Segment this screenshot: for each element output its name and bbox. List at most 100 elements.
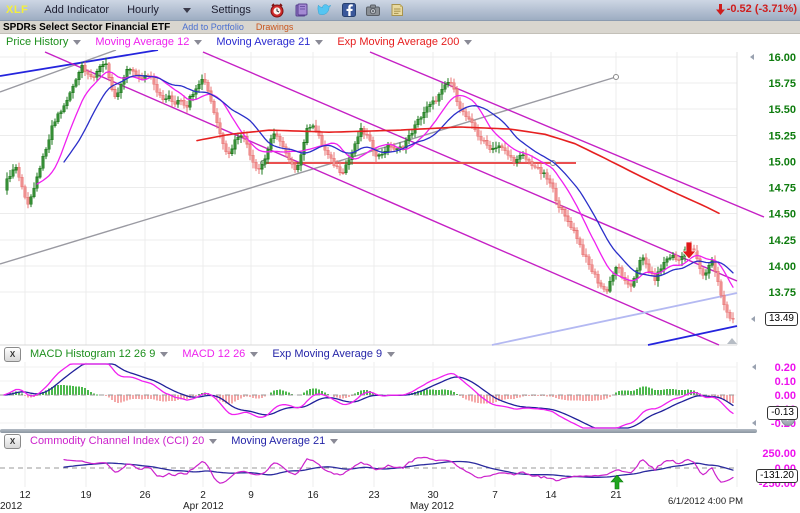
x-axis-label: 23 bbox=[368, 490, 380, 501]
macd-axis-label: 0.10 bbox=[775, 376, 796, 388]
x-axis-month-label: 2012 bbox=[0, 501, 23, 512]
x-axis-label: 26 bbox=[139, 490, 151, 501]
cci-close-button[interactable]: X bbox=[4, 433, 21, 449]
macd-value-box: -0.13 bbox=[767, 406, 798, 421]
axis-marker-icon bbox=[752, 364, 756, 370]
arrow-up-green-icon[interactable] bbox=[610, 475, 624, 490]
last-price-box: 13.49 bbox=[764, 312, 798, 327]
price-axis-label: 14.50 bbox=[768, 209, 796, 221]
price-axis-label: 16.00 bbox=[768, 52, 796, 64]
chevron-down-icon[interactable] bbox=[194, 40, 203, 45]
trendline-gray-long[interactable] bbox=[0, 76, 617, 265]
x-axis-label: 12 bbox=[19, 490, 31, 501]
x-axis-label: 21 bbox=[610, 490, 622, 501]
price-axis-label: 14.25 bbox=[768, 235, 796, 247]
price-change-text: -0.52 (-3.71%) bbox=[726, 3, 797, 15]
chevron-down-icon[interactable] bbox=[73, 40, 82, 45]
price-axis: 16.00 15.75 15.50 15.25 15.00 14.75 14.50 14.25… bbox=[768, 52, 796, 299]
ema200-line bbox=[196, 126, 720, 215]
chevron-down-icon[interactable] bbox=[160, 352, 169, 357]
x-axis: 6/1/2012 4:00 PM 12 19 26 2 9 16 23 30 7 14 21 2012… bbox=[0, 487, 800, 513]
ma12-line bbox=[36, 71, 734, 288]
facebook-icon[interactable] bbox=[341, 2, 358, 18]
x-axis-month-label: May 2012 bbox=[410, 501, 454, 512]
timeframe-value: Hourly bbox=[127, 4, 159, 16]
macd-axis-label: 0.20 bbox=[775, 362, 796, 374]
price-axis-label: 15.75 bbox=[768, 78, 796, 90]
price-legend: Price History Moving Average 12 Moving A… bbox=[0, 34, 800, 50]
macd-close-button[interactable]: X bbox=[4, 346, 21, 362]
chevron-down-icon[interactable] bbox=[330, 439, 339, 444]
add-indicator-button[interactable]: Add Indicator bbox=[44, 4, 109, 16]
chevron-down-icon[interactable] bbox=[315, 40, 324, 45]
add-to-portfolio-link[interactable]: Add to Portfolio bbox=[182, 22, 244, 32]
subheader: SPDRs Select Sector Financial ETF Add to… bbox=[0, 21, 800, 34]
chevron-down-icon[interactable] bbox=[250, 352, 259, 357]
axis-marker-icon bbox=[752, 420, 756, 426]
x-axis-label: 30 bbox=[427, 490, 439, 501]
book-icon[interactable] bbox=[293, 2, 310, 18]
horizontal-scrollbar[interactable] bbox=[0, 429, 757, 433]
price-axis-label: 15.50 bbox=[768, 104, 796, 116]
cci-chart[interactable]: 250.000.00-250.00 bbox=[0, 449, 800, 487]
macd-histogram-label[interactable]: MACD Histogram 12 26 9 bbox=[30, 348, 155, 360]
chevron-down-icon[interactable] bbox=[387, 352, 396, 357]
toolbar: XLF Add Indicator Hourly Settings -0.52 … bbox=[0, 0, 800, 21]
macd-label[interactable]: MACD 12 26 bbox=[182, 348, 245, 360]
symbol-label: XLF bbox=[6, 4, 29, 16]
charting-app: XLF Add Indicator Hourly Settings -0.52 … bbox=[0, 0, 800, 513]
main-price-chart[interactable]: 16.00 15.75 15.50 15.25 15.00 14.75 14.50 14.25… bbox=[0, 50, 800, 346]
x-axis-month-label: Apr 2012 bbox=[183, 501, 224, 512]
macd-panel-header: X MACD Histogram 12 26 9 MACD 12 26 Exp … bbox=[0, 346, 800, 362]
legend-price-history[interactable]: Price History bbox=[6, 36, 68, 48]
cci-panel-header: X Commodity Channel Index (CCI) 20 Movin… bbox=[0, 433, 800, 449]
cci-label[interactable]: Commodity Channel Index (CCI) 20 bbox=[30, 435, 204, 447]
price-axis-label: 15.25 bbox=[768, 130, 796, 142]
cci-axis-label: 250.00 bbox=[762, 449, 796, 460]
candles bbox=[5, 57, 735, 324]
macd-axis-label: 0.00 bbox=[775, 390, 796, 402]
channel-line-upper[interactable] bbox=[369, 51, 765, 218]
instrument-title: SPDRs Select Sector Financial ETF bbox=[3, 21, 171, 33]
legend-ma12[interactable]: Moving Average 12 bbox=[95, 36, 189, 48]
macd-line bbox=[3, 363, 734, 429]
channel-line-middle[interactable] bbox=[202, 51, 738, 282]
timeframe-select[interactable]: Hourly bbox=[127, 4, 192, 16]
cci-ma-line bbox=[63, 460, 734, 478]
legend-ma21[interactable]: Moving Average 21 bbox=[216, 36, 310, 48]
price-axis-label: 15.00 bbox=[768, 156, 796, 168]
drawings-link[interactable]: Drawings bbox=[256, 22, 294, 32]
x-axis-label: 9 bbox=[248, 490, 254, 501]
macd-chart[interactable]: 0.200.100.00-0.10-0.20 bbox=[0, 362, 800, 429]
chevron-down-icon bbox=[183, 7, 192, 13]
notes-icon[interactable] bbox=[389, 2, 406, 18]
resize-nub-icon[interactable] bbox=[727, 338, 737, 344]
x-axis-label: 19 bbox=[80, 490, 92, 501]
axis-marker-icon bbox=[750, 54, 754, 60]
macd-signal-label[interactable]: Exp Moving Average 9 bbox=[272, 348, 382, 360]
legend-ema200[interactable]: Exp Moving Average 200 bbox=[337, 36, 459, 48]
x-axis-label: 14 bbox=[545, 490, 557, 501]
price-axis-label: 13.75 bbox=[768, 287, 796, 299]
chevron-down-icon[interactable] bbox=[464, 40, 473, 45]
alarm-clock-icon[interactable] bbox=[269, 2, 286, 18]
last-bar-timestamp: 6/1/2012 4:00 PM bbox=[668, 496, 743, 507]
arrow-down-icon bbox=[715, 3, 725, 15]
channel-line-lower[interactable] bbox=[44, 51, 720, 346]
cci-value-box: -131.20 bbox=[756, 468, 798, 483]
axis-marker-icon bbox=[751, 316, 755, 322]
macd-signal-line bbox=[3, 363, 734, 429]
main-gridlines bbox=[0, 52, 738, 346]
camera-icon[interactable] bbox=[365, 2, 382, 18]
twitter-icon[interactable] bbox=[317, 2, 334, 18]
x-axis-label: 7 bbox=[492, 490, 498, 501]
settings-button[interactable]: Settings bbox=[211, 4, 251, 16]
cci-ma-label[interactable]: Moving Average 21 bbox=[231, 435, 325, 447]
chevron-down-icon[interactable] bbox=[209, 439, 218, 444]
trendline-gray-upper[interactable] bbox=[0, 50, 117, 93]
ma21-line bbox=[63, 74, 734, 277]
trendline-blue-lower[interactable] bbox=[647, 325, 738, 346]
x-axis-label: 2 bbox=[200, 490, 206, 501]
price-axis-label: 14.00 bbox=[768, 261, 796, 273]
price-change: -0.52 (-3.71%) bbox=[715, 3, 797, 15]
